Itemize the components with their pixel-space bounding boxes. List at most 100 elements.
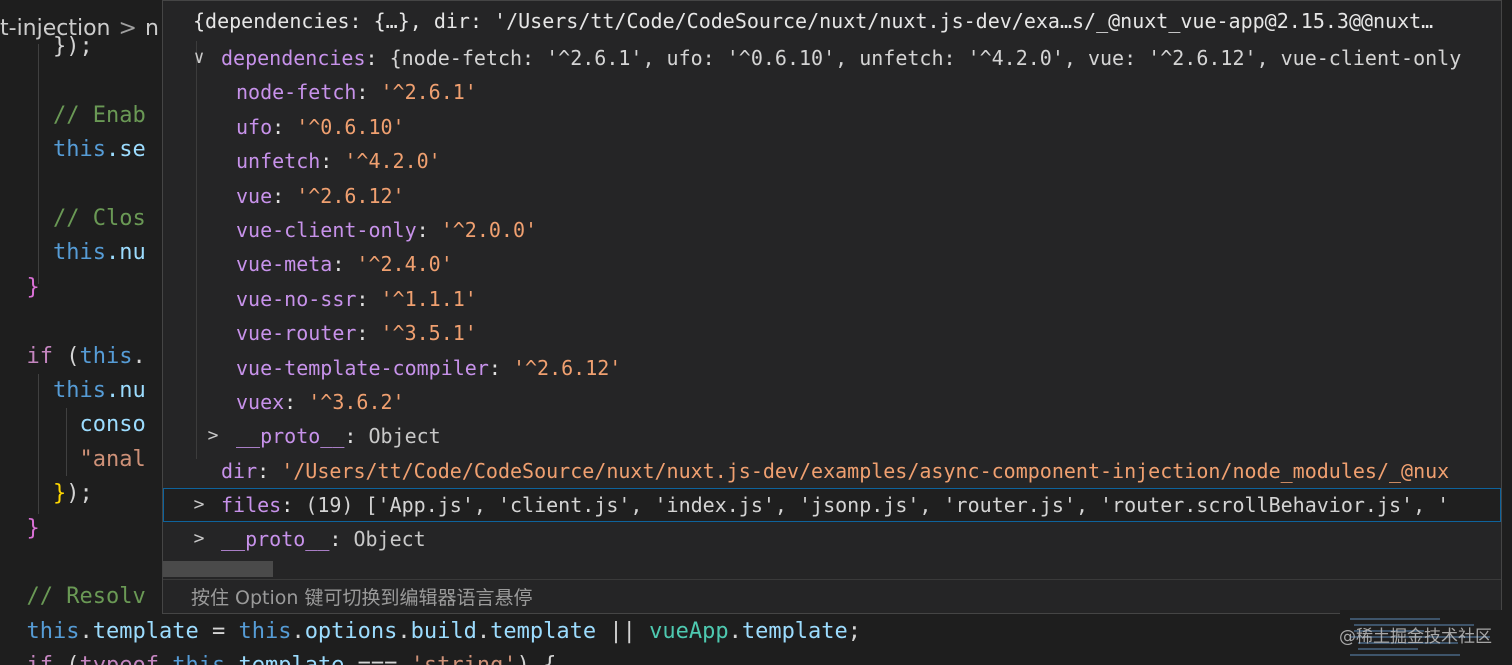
watermark: @稀土掘金技术社区 <box>1339 627 1492 647</box>
variable-value: '^2.6.12' <box>296 183 405 208</box>
variable-value: (19) ['App.js', 'client.js', 'index.js',… <box>305 493 1450 518</box>
debug-hover-widget[interactable]: {dependencies: {…}, dir: '/Users/tt/Code… <box>162 0 1502 614</box>
tree-row-dependency[interactable]: vue-no-ssr: '^1.1.1' <box>163 282 1501 316</box>
tree-row-dependency[interactable]: vue: '^2.6.12' <box>163 179 1501 213</box>
variable-key: ufo <box>236 114 273 139</box>
code-token: || <box>596 618 650 644</box>
code-token: ( <box>53 343 80 369</box>
code-token: ; <box>847 618 862 644</box>
variable-value: '^2.0.0' <box>440 217 538 242</box>
chevron-right-icon: > <box>118 15 137 41</box>
variable-key: vue-client-only <box>236 217 417 242</box>
chevron-right-icon[interactable]: > <box>189 522 209 556</box>
code-line[interactable]: this.nu <box>0 374 146 408</box>
tree-row-dependency[interactable]: unfetch: '^4.2.0' <box>163 144 1501 178</box>
variable-value: '/Users/tt/Code/CodeSource/nuxt/nuxt.js-… <box>281 458 1450 483</box>
code-token: } <box>0 274 40 300</box>
variable-value: '^4.2.0' <box>344 149 441 174</box>
code-line[interactable]: if (this. <box>0 340 146 374</box>
code-line[interactable]: // Resolv <box>0 580 146 614</box>
tree-row-dependencies[interactable]: ∨ dependencies: {node-fetch: '^2.6.1', u… <box>163 41 1501 75</box>
code-token: conso <box>79 412 146 438</box>
code-token: === <box>344 653 410 665</box>
code-line[interactable]: conso <box>0 408 146 442</box>
code-line[interactable]: // Enab <box>0 99 146 133</box>
chevron-right-icon[interactable]: > <box>203 419 223 453</box>
variable-value: '^2.6.1' <box>380 80 477 105</box>
tree-row-dependency[interactable]: vuex: '^3.6.2' <box>163 385 1501 419</box>
breadcrumb-segment[interactable]: n <box>145 16 159 41</box>
code-token: // Resolv <box>0 584 146 610</box>
code-line[interactable]: if (typeof this.template === 'string') { <box>0 649 557 665</box>
code-token: .nu <box>105 240 146 266</box>
variable-key: node-fetch <box>236 80 357 105</box>
variable-tree: ∨ dependencies: {node-fetch: '^2.6.1', u… <box>163 41 1501 557</box>
tree-row-files[interactable]: > files: (19) ['App.js', 'client.js', 'i… <box>163 488 1501 523</box>
code-line[interactable]: this.se <box>0 133 146 167</box>
variable-value: '^3.6.2' <box>308 389 405 414</box>
code-line[interactable]: "anal <box>0 443 145 477</box>
code-token: 'string' <box>411 653 517 665</box>
code-line[interactable]: } <box>0 271 40 305</box>
variable-key: vue-template-compiler <box>236 355 489 380</box>
code-token: .se <box>105 137 146 163</box>
code-token: // Clos <box>0 206 146 231</box>
code-token: .nu <box>105 378 146 403</box>
code-line[interactable]: }); <box>0 30 93 64</box>
variable-value: '^3.5.1' <box>380 321 477 346</box>
editor-window: t-injection > n }); // Enab this.se // C… <box>0 0 1512 665</box>
code-token: ( <box>53 653 79 665</box>
variable-value: '^1.1.1' <box>380 286 477 311</box>
variable-key: dependencies <box>221 46 366 70</box>
chevron-down-icon[interactable]: ∨ <box>189 41 209 75</box>
tree-row-dependency[interactable]: vue-template-compiler: '^2.6.12' <box>163 351 1501 385</box>
tree-row-dir[interactable]: dir: '/Users/tt/Code/CodeSource/nuxt/nux… <box>163 454 1501 488</box>
variable-key: vuex <box>236 389 285 414</box>
code-line[interactable]: this.template = this.options.build.templ… <box>0 615 862 649</box>
code-line[interactable]: }); <box>0 477 93 511</box>
code-line[interactable]: } <box>0 512 40 546</box>
tree-row-dependency[interactable]: node-fetch: '^2.6.1' <box>163 75 1501 109</box>
indent-guide <box>38 374 39 514</box>
variable-key: unfetch <box>236 149 321 174</box>
code-token: this <box>79 343 133 369</box>
variable-value: Object <box>353 527 426 552</box>
tree-row-dependency[interactable]: ufo: '^0.6.10' <box>163 110 1501 144</box>
code-token: . <box>132 343 146 369</box>
chevron-right-icon[interactable]: > <box>189 488 209 522</box>
tree-row-dependency[interactable]: vue-client-only: '^2.0.0' <box>163 213 1501 247</box>
tree-row-proto[interactable]: > __proto__: Object <box>163 419 1501 453</box>
variable-key: __proto__ <box>221 527 330 552</box>
code-token: . <box>291 618 305 644</box>
variable-key: vue-router <box>236 321 357 346</box>
code-token: ); <box>66 481 93 507</box>
code-token: this <box>52 378 106 403</box>
code-token: . <box>397 618 411 644</box>
code-token: this <box>172 653 225 665</box>
tree-row-root-proto[interactable]: > __proto__: Object <box>163 522 1501 556</box>
code-line[interactable]: this.nu <box>0 236 146 270</box>
code-token: }); <box>0 34 93 59</box>
horizontal-scrollbar[interactable] <box>163 561 273 577</box>
code-line[interactable]: // Clos <box>0 202 146 236</box>
code-token: if <box>27 653 54 665</box>
variable-value: '^0.6.10' <box>296 114 405 139</box>
code-token: this <box>238 618 292 644</box>
code-token: options <box>304 618 398 644</box>
tree-row-dependency[interactable]: vue-meta: '^2.4.0' <box>163 247 1501 281</box>
code-token: } <box>0 515 40 541</box>
variable-value: Object <box>368 424 441 449</box>
code-token: } <box>52 481 67 507</box>
indent-guide <box>38 44 39 284</box>
variable-key: dir <box>221 458 258 483</box>
tree-row-dependency[interactable]: vue-router: '^3.5.1' <box>163 316 1501 350</box>
code-token: this <box>52 137 106 163</box>
